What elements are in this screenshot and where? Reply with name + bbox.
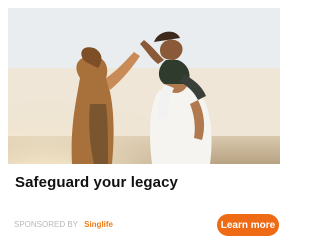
ad-headline[interactable]: Safeguard your legacy	[15, 174, 275, 191]
sponsored-ad-card[interactable]: Safeguard your legacy SPONSORED BY Singl…	[0, 0, 288, 242]
sponsored-by-text: SPONSORED BY	[14, 220, 78, 229]
family-photo-illustration	[8, 8, 280, 164]
family-photo[interactable]	[8, 8, 280, 164]
sponsored-by-label: SPONSORED BY Singlife	[14, 220, 113, 229]
sponsor-name[interactable]: Singlife	[84, 220, 113, 229]
ad-footer: SPONSORED BY Singlife Learn more	[14, 214, 280, 236]
learn-more-button[interactable]: Learn more	[217, 214, 279, 236]
